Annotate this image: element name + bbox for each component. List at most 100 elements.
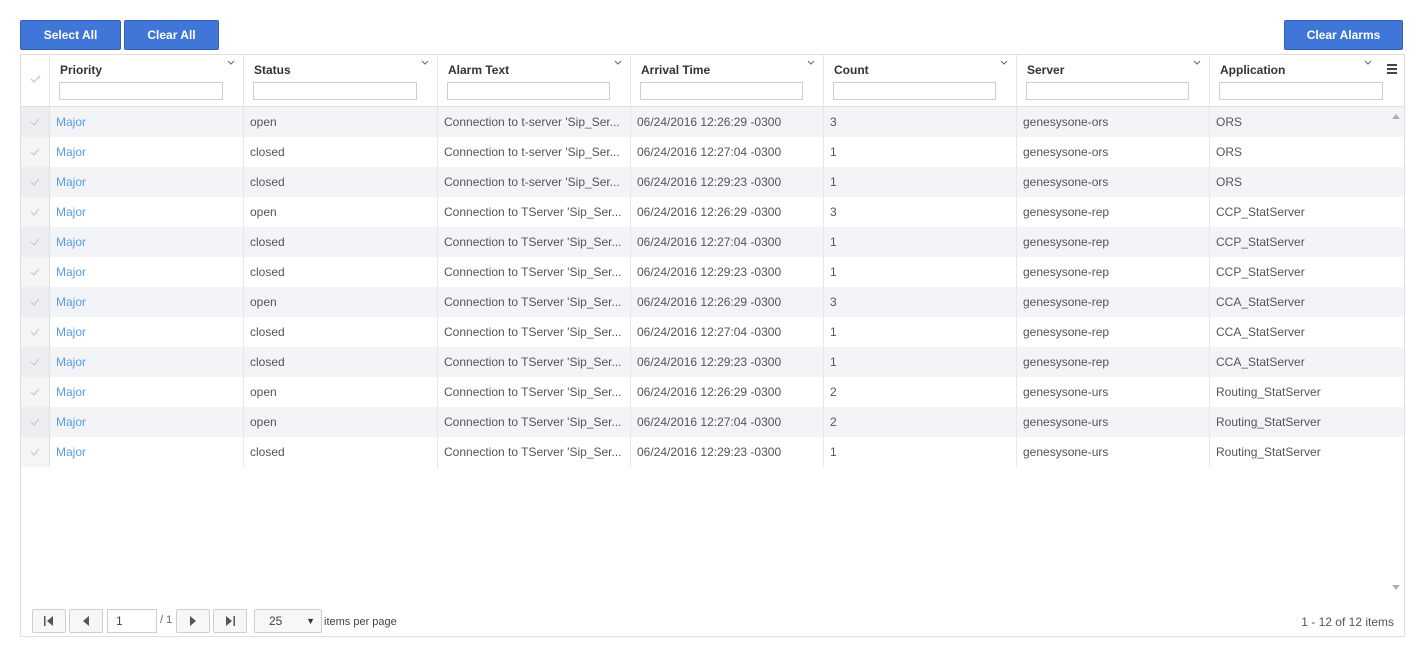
next-page-button[interactable] — [176, 609, 210, 633]
cell-alarm-text: Connection to TServer 'Sip_Ser... — [438, 287, 631, 317]
filter-input-priority[interactable] — [59, 82, 223, 100]
vertical-scrollbar[interactable] — [1388, 107, 1404, 597]
row-checkbox[interactable] — [21, 287, 50, 317]
chevron-down-icon[interactable] — [1193, 59, 1201, 67]
scroll-down-arrow-icon[interactable] — [1392, 585, 1400, 590]
table-row[interactable]: Major closed Connection to TServer 'Sip_Se… — [21, 317, 1404, 347]
cell-priority[interactable]: Major — [50, 197, 244, 227]
column-header-alarm-text[interactable]: Alarm Text — [438, 55, 631, 106]
chevron-down-icon[interactable] — [1000, 59, 1008, 67]
page-size-select[interactable]: 25 ▼ — [254, 609, 322, 633]
cell-status: closed — [244, 227, 438, 257]
filter-input-application[interactable] — [1219, 82, 1383, 100]
row-checkbox[interactable] — [21, 107, 50, 137]
row-checkbox[interactable] — [21, 227, 50, 257]
row-checkbox[interactable] — [21, 257, 50, 287]
table-row[interactable]: Major closed Connection to t-server 'Sip_S… — [21, 167, 1404, 197]
column-header-status[interactable]: Status — [244, 55, 438, 106]
select-all-checkbox-header[interactable] — [21, 55, 50, 106]
cell-priority[interactable]: Major — [50, 407, 244, 437]
cell-arrival-time: 06/24/2016 12:27:04 -0300 — [631, 227, 824, 257]
row-checkbox[interactable] — [21, 197, 50, 227]
cell-server: genesysone-rep — [1017, 257, 1210, 287]
row-checkbox[interactable] — [21, 407, 50, 437]
cell-count: 1 — [824, 347, 1017, 377]
checkmark-icon — [30, 75, 41, 83]
chevron-down-icon[interactable] — [1364, 59, 1372, 67]
column-title: Server — [1027, 63, 1065, 77]
cell-priority[interactable]: Major — [50, 257, 244, 287]
table-row[interactable]: Major open Connection to TServer 'Sip_Ser.… — [21, 287, 1404, 317]
cell-priority[interactable]: Major — [50, 167, 244, 197]
cell-alarm-text: Connection to TServer 'Sip_Ser... — [438, 437, 631, 467]
row-checkbox[interactable] — [21, 167, 50, 197]
cell-status: closed — [244, 347, 438, 377]
scroll-up-arrow-icon[interactable] — [1392, 114, 1400, 119]
cell-priority[interactable]: Major — [50, 437, 244, 467]
cell-server: genesysone-ors — [1017, 107, 1210, 137]
first-page-button[interactable] — [32, 609, 66, 633]
chevron-down-icon[interactable] — [227, 59, 235, 67]
column-header-count[interactable]: Count — [824, 55, 1017, 106]
hamburger-icon[interactable] — [1387, 64, 1397, 74]
page-number-input[interactable]: 1 — [107, 609, 157, 633]
cell-priority[interactable]: Major — [50, 107, 244, 137]
column-title: Count — [834, 63, 869, 77]
cell-arrival-time: 06/24/2016 12:27:04 -0300 — [631, 317, 824, 347]
cell-server: genesysone-ors — [1017, 137, 1210, 167]
table-row[interactable]: Major open Connection to TServer 'Sip_Ser.… — [21, 407, 1404, 437]
cell-priority[interactable]: Major — [50, 317, 244, 347]
cell-arrival-time: 06/24/2016 12:26:29 -0300 — [631, 107, 824, 137]
dropdown-arrow-icon: ▼ — [306, 616, 315, 626]
cell-alarm-text: Connection to TServer 'Sip_Ser... — [438, 377, 631, 407]
table-row[interactable]: Major closed Connection to TServer 'Sip_Se… — [21, 257, 1404, 287]
cell-alarm-text: Connection to t-server 'Sip_Ser... — [438, 167, 631, 197]
filter-input-arrival-time[interactable] — [640, 82, 803, 100]
cell-alarm-text: Connection to t-server 'Sip_Ser... — [438, 107, 631, 137]
clear-all-button[interactable]: Clear All — [124, 20, 219, 50]
checkmark-icon — [30, 118, 40, 126]
row-checkbox[interactable] — [21, 377, 50, 407]
items-per-page-label: items per page — [324, 616, 397, 628]
row-checkbox[interactable] — [21, 347, 50, 377]
row-checkbox[interactable] — [21, 437, 50, 467]
chevron-down-icon[interactable] — [614, 59, 622, 67]
cell-count: 3 — [824, 287, 1017, 317]
prev-page-button[interactable] — [69, 609, 103, 633]
cell-arrival-time: 06/24/2016 12:26:29 -0300 — [631, 377, 824, 407]
table-row[interactable]: Major open Connection to TServer 'Sip_Ser.… — [21, 377, 1404, 407]
cell-server: genesysone-rep — [1017, 197, 1210, 227]
cell-priority[interactable]: Major — [50, 347, 244, 377]
cell-priority[interactable]: Major — [50, 227, 244, 257]
cell-priority[interactable]: Major — [50, 287, 244, 317]
column-header-application[interactable]: Application — [1210, 55, 1404, 106]
grid-header: Priority Status Alarm Text Arrival Time Coun… — [21, 55, 1404, 107]
table-row[interactable]: Major closed Connection to TServer 'Sip_Se… — [21, 227, 1404, 257]
table-row[interactable]: Major open Connection to TServer 'Sip_Ser.… — [21, 197, 1404, 227]
filter-input-count[interactable] — [833, 82, 996, 100]
cell-application: CCA_StatServer — [1216, 295, 1305, 309]
cell-priority[interactable]: Major — [50, 377, 244, 407]
last-page-button[interactable] — [213, 609, 247, 633]
column-header-priority[interactable]: Priority — [50, 55, 244, 106]
table-row[interactable]: Major closed Connection to t-server 'Sip_S… — [21, 137, 1404, 167]
cell-count: 1 — [824, 167, 1017, 197]
filter-input-alarm-text[interactable] — [447, 82, 610, 100]
table-row[interactable]: Major open Connection to t-server 'Sip_Ser… — [21, 107, 1404, 137]
column-header-arrival-time[interactable]: Arrival Time — [631, 55, 824, 106]
column-header-server[interactable]: Server — [1017, 55, 1210, 106]
table-row[interactable]: Major closed Connection to TServer 'Sip_Se… — [21, 437, 1404, 467]
cell-application: CCA_StatServer — [1216, 355, 1305, 369]
select-all-button[interactable]: Select All — [20, 20, 121, 50]
cell-server: genesysone-urs — [1017, 407, 1210, 437]
chevron-down-icon[interactable] — [807, 59, 815, 67]
cell-priority[interactable]: Major — [50, 137, 244, 167]
row-checkbox[interactable] — [21, 137, 50, 167]
filter-input-status[interactable] — [253, 82, 417, 100]
filter-input-server[interactable] — [1026, 82, 1189, 100]
cell-count: 1 — [824, 137, 1017, 167]
table-row[interactable]: Major closed Connection to TServer 'Sip_Se… — [21, 347, 1404, 377]
clear-alarms-button[interactable]: Clear Alarms — [1284, 20, 1403, 50]
chevron-down-icon[interactable] — [421, 59, 429, 67]
row-checkbox[interactable] — [21, 317, 50, 347]
